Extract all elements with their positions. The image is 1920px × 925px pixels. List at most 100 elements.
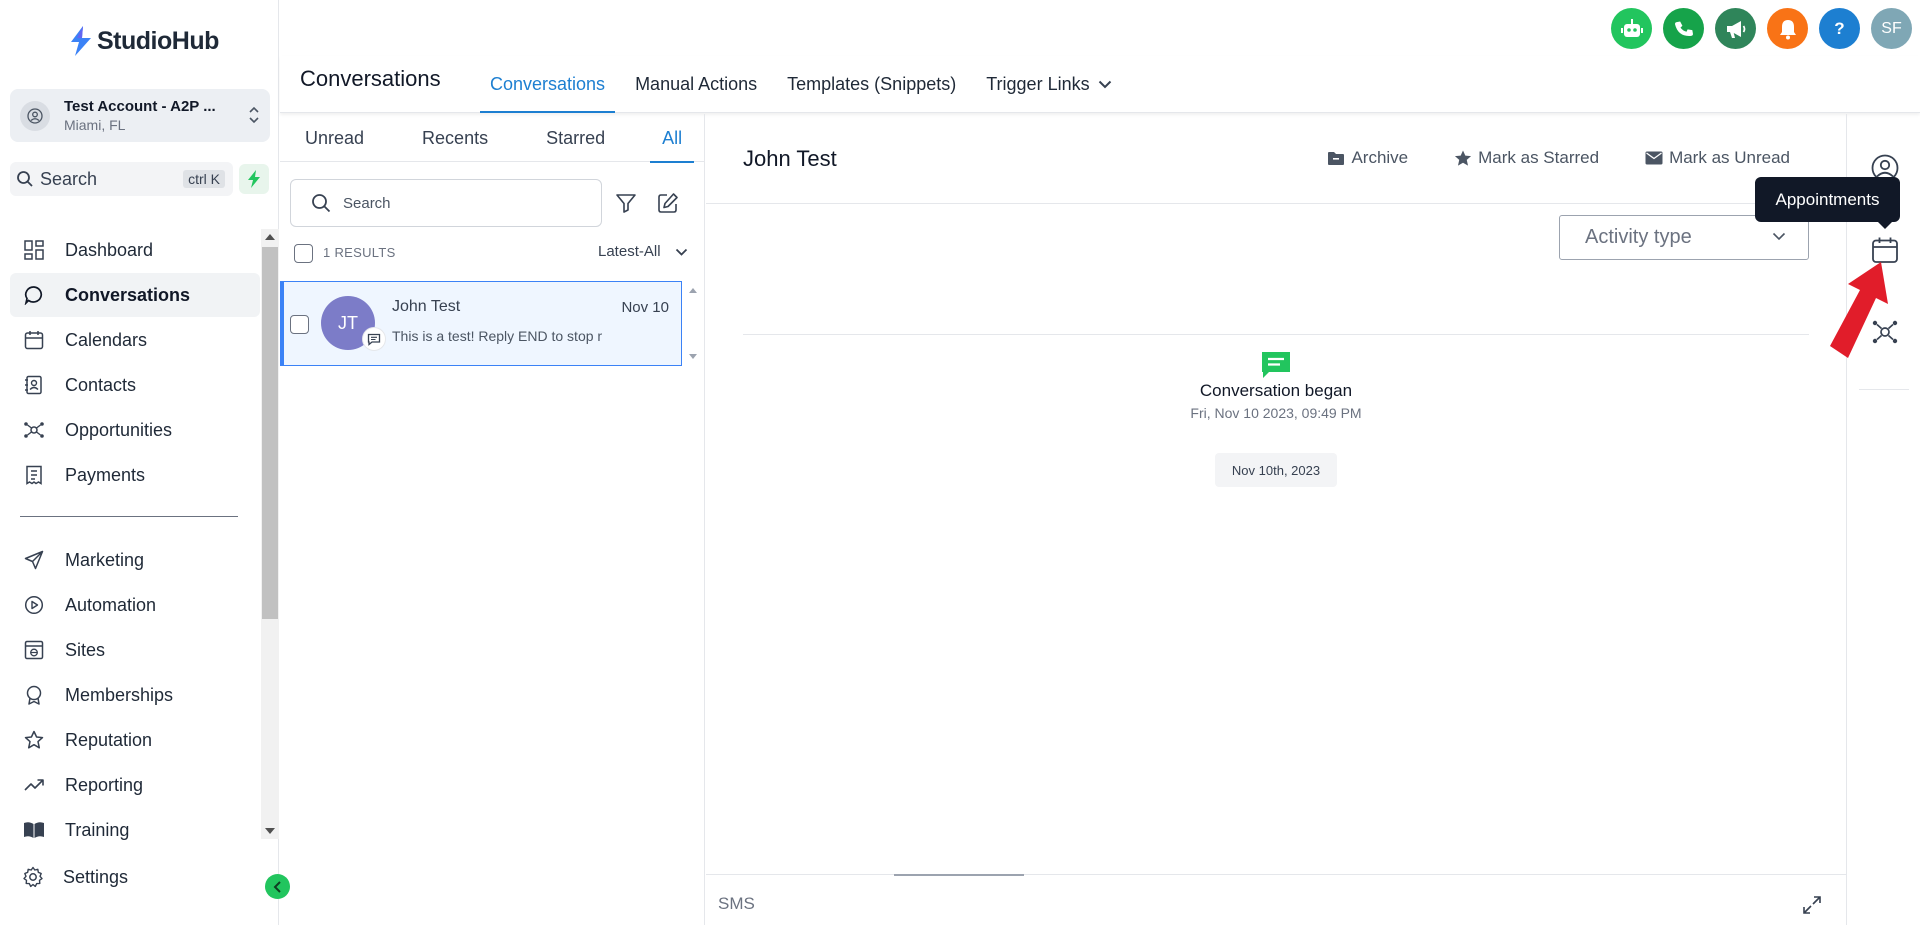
sidebar-item-label: Calendars [65, 329, 148, 350]
sidebar-item-opportunities[interactable]: Opportunities [10, 408, 260, 452]
scroll-down-arrow-icon[interactable] [689, 354, 697, 359]
bolt-icon [248, 170, 260, 188]
sidebar-item-marketing[interactable]: Marketing [10, 538, 260, 582]
filter-tab-all[interactable]: All [650, 114, 695, 163]
scrollbar-thumb[interactable] [262, 247, 278, 619]
account-location: Miami, FL [64, 116, 126, 133]
sidebar-scrollbar[interactable] [261, 229, 279, 839]
select-all-checkbox[interactable] [294, 244, 313, 263]
sidebar-item-label: Sites [65, 639, 106, 660]
phone-icon[interactable] [1663, 8, 1704, 49]
account-avatar [20, 100, 50, 131]
sidebar-item-label: Payments [65, 464, 146, 485]
megaphone-icon[interactable] [1715, 8, 1756, 49]
bot-icon[interactable] [1611, 8, 1652, 49]
conversation-actions: Archive Mark as Starred Mark as Unread [1327, 148, 1790, 168]
sidebar-item-contacts[interactable]: Contacts [10, 363, 260, 407]
tab-templates[interactable]: Templates (Snippets) [777, 56, 966, 112]
sidebar-item-payments[interactable]: Payments [10, 453, 260, 497]
tab-trigger-links[interactable]: Trigger Links [976, 56, 1121, 112]
conversation-checkbox[interactable] [290, 315, 309, 334]
sidebar-item-automation[interactable]: Automation [10, 583, 260, 627]
help-icon-text: ? [1834, 18, 1845, 38]
message-icon [1260, 350, 1292, 380]
appointments-tooltip: Appointments [1755, 177, 1900, 229]
sidebar-item-settings[interactable]: Settings [22, 866, 128, 888]
conversation-list-item[interactable]: JT John Test Nov 10 This is a test! Repl… [280, 281, 682, 366]
compose-button[interactable] [657, 192, 679, 214]
calendar-icon [22, 328, 46, 352]
sidebar-item-label: Reputation [65, 729, 153, 750]
conversation-search[interactable] [290, 179, 602, 227]
sort-dropdown[interactable]: Latest-All [598, 243, 688, 260]
archive-label: Archive [1351, 148, 1409, 167]
user-avatar[interactable]: SF [1871, 8, 1912, 49]
app-logo[interactable]: StudioHub [69, 26, 219, 56]
logo-text: StudioHub [97, 26, 219, 55]
tab-label: Conversations [490, 73, 606, 94]
sidebar-search[interactable]: Search ctrl K [10, 162, 233, 196]
appointments-button[interactable] [1871, 236, 1899, 264]
search-icon [312, 194, 331, 213]
account-switcher[interactable]: Test Account - A2P ... Miami, FL [10, 89, 270, 142]
mark-starred-button[interactable]: Mark as Starred [1454, 148, 1599, 168]
conversation-began-title: Conversation began [1199, 381, 1353, 400]
mark-starred-label: Mark as Starred [1478, 148, 1600, 167]
annotation-arrow-icon [1830, 262, 1888, 358]
help-icon[interactable]: ? [1819, 8, 1860, 49]
payments-icon [22, 463, 46, 487]
sidebar-item-conversations[interactable]: Conversations [10, 273, 260, 317]
scroll-up-arrow-icon[interactable] [689, 288, 697, 293]
scroll-down-arrow-icon[interactable] [265, 828, 275, 834]
sidebar-item-sites[interactable]: Sites [10, 628, 260, 672]
message-composer[interactable]: SMS [706, 874, 1846, 925]
archive-button[interactable]: Archive [1327, 148, 1408, 168]
filter-button[interactable] [615, 192, 637, 214]
filter-tab-unread[interactable]: Unread [305, 114, 364, 162]
sidebar-item-calendars[interactable]: Calendars [10, 318, 260, 362]
account-name: Test Account - A2P ... [64, 97, 216, 115]
date-separator: Nov 10th, 2023 [1215, 453, 1337, 487]
sidebar-item-label: Opportunities [65, 419, 173, 440]
secondary-nav: Marketing Automation Sites Memberships R… [10, 538, 260, 853]
filter-tab-recents[interactable]: Recents [422, 114, 488, 162]
bell-icon[interactable] [1767, 8, 1808, 49]
sidebar-item-dashboard[interactable]: Dashboard [10, 228, 260, 272]
page-title: Conversations [300, 66, 441, 91]
sidebar-item-label: Settings [63, 866, 129, 887]
composer-resize-handle[interactable] [894, 874, 1024, 876]
scroll-up-arrow-icon[interactable] [265, 234, 275, 240]
conversation-search-input[interactable] [343, 194, 563, 212]
filter-tab-starred[interactable]: Starred [546, 114, 605, 162]
compose-icon [658, 193, 678, 213]
tab-conversations[interactable]: Conversations [480, 56, 616, 113]
envelope-icon [1645, 151, 1663, 165]
gear-icon [22, 866, 44, 888]
quick-action-button[interactable] [239, 164, 269, 194]
sidebar-item-memberships[interactable]: Memberships [10, 673, 260, 717]
tab-manual-actions[interactable]: Manual Actions [625, 56, 767, 112]
mark-unread-button[interactable]: Mark as Unread [1645, 148, 1790, 168]
list-scrollbar[interactable] [685, 281, 703, 366]
sidebar-item-reputation[interactable]: Reputation [10, 718, 260, 762]
header-tabs: Conversations Manual Actions Templates (… [480, 56, 1132, 113]
conversation-contact-name: John Test [392, 298, 461, 315]
sidebar-item-training[interactable]: Training [10, 808, 260, 852]
calendar-icon [1872, 237, 1898, 263]
expand-icon[interactable] [1802, 895, 1822, 915]
sidebar-item-label: Conversations [65, 284, 191, 305]
sidebar-item-label: Memberships [65, 684, 174, 705]
sidebar-item-label: Dashboard [65, 239, 154, 260]
chat-icon [22, 283, 46, 307]
user-icon [27, 107, 43, 124]
sidebar-item-label: Training [65, 819, 130, 840]
trend-icon [22, 773, 46, 797]
composer-channel-label: SMS [718, 894, 755, 913]
conversation-list-pane: Unread Recents Starred All 1 RESULTS Lat… [280, 114, 705, 925]
sidebar-item-label: Marketing [65, 549, 145, 570]
star-icon [22, 728, 46, 752]
sidebar-item-reporting[interactable]: Reporting [10, 763, 260, 807]
mark-unread-label: Mark as Unread [1669, 148, 1790, 167]
conversation-preview: This is a test! Reply END to stop m [392, 328, 602, 344]
filter-tab-label: Recents [422, 127, 489, 148]
